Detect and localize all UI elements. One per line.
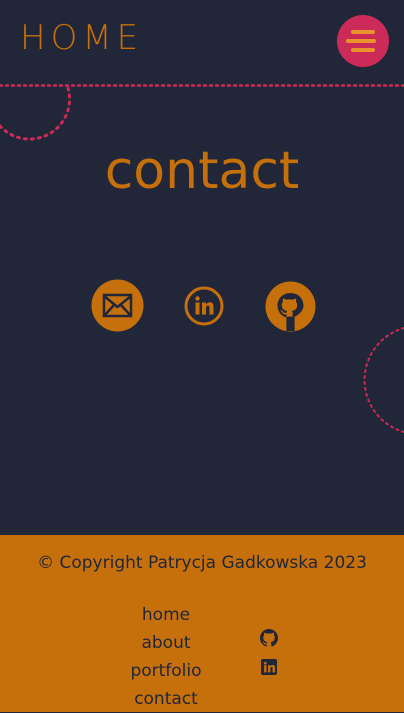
menu-button[interactable] [337, 15, 389, 67]
decorative-dotted-circle [363, 327, 404, 433]
main-section: HOME contact [0, 0, 404, 535]
footer-link-home[interactable]: home [96, 601, 236, 629]
hamburger-line [351, 30, 375, 34]
home-link[interactable]: HOME [20, 18, 143, 58]
copyright-text: © Copyright Patrycja Gadkowska 2023 [37, 553, 367, 573]
footer-link-contact[interactable]: contact [96, 685, 236, 713]
linkedin-icon[interactable] [261, 659, 277, 675]
hamburger-line [351, 48, 375, 52]
email-icon[interactable] [91, 279, 144, 332]
github-icon[interactable] [265, 281, 316, 332]
footer-nav: home about portfolio contact [96, 601, 236, 713]
linkedin-icon[interactable] [184, 286, 224, 326]
footer: © Copyright Patrycja Gadkowska 2023 home… [0, 535, 404, 712]
decorative-dotted-circle [0, 86, 72, 141]
footer-link-portfolio[interactable]: portfolio [96, 657, 236, 685]
footer-link-about[interactable]: about [96, 629, 236, 657]
github-icon[interactable] [260, 629, 278, 647]
hamburger-line [346, 39, 376, 43]
page-title: contact [104, 141, 300, 201]
